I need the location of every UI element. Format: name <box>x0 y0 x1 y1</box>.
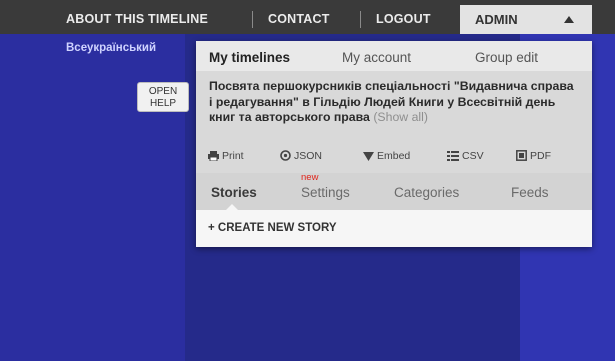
json-label: JSON <box>294 150 323 162</box>
embed-label: Embed <box>377 150 411 162</box>
nav-separator <box>252 11 253 28</box>
panel-tabs: My timelines My account Group edit <box>196 41 592 71</box>
print-action[interactable]: Print <box>208 150 244 162</box>
tab-settings[interactable]: Settings <box>301 185 350 200</box>
json-action[interactable]: JSON <box>280 150 322 162</box>
site-title: Всеукраїнський <box>66 42 157 54</box>
logout-link[interactable]: LOGOUT <box>376 0 431 34</box>
top-navigation-bar: ABOUT THIS TIMELINE CONTACT LOGOUT ADMIN <box>0 0 615 34</box>
csv-action[interactable]: CSV <box>447 150 484 162</box>
open-help-line-2: HELP <box>149 98 177 109</box>
caret-up-icon <box>564 16 574 23</box>
pdf-action[interactable]: PDF <box>516 150 551 162</box>
tab-my-timelines[interactable]: My timelines <box>209 50 290 65</box>
tab-my-account[interactable]: My account <box>342 50 411 65</box>
tab-stories[interactable]: Stories <box>211 185 257 200</box>
tab-categories[interactable]: Categories <box>394 185 459 200</box>
csv-icon <box>447 150 462 162</box>
timeline-title[interactable]: Посвята першокурсників спеціальності "Ви… <box>209 79 579 126</box>
about-timeline-link[interactable]: ABOUT THIS TIMELINE <box>66 0 208 34</box>
tab-group-edit[interactable]: Group edit <box>475 50 538 65</box>
admin-menu-toggle[interactable]: ADMIN <box>460 5 592 34</box>
open-help-button[interactable]: OPEN HELP <box>137 82 189 112</box>
pdf-label: PDF <box>530 150 551 162</box>
create-story-row: + CREATE NEW STORY <box>196 210 592 247</box>
admin-label: ADMIN <box>475 12 518 27</box>
new-badge: new <box>301 172 319 183</box>
printer-icon <box>208 150 222 162</box>
story-subtabs: Stories new Settings Categories Feeds <box>196 172 592 210</box>
embed-icon <box>363 150 377 162</box>
open-help-line-1: OPEN <box>148 86 178 97</box>
show-all-link[interactable]: (Show all) <box>373 110 428 124</box>
csv-label: CSV <box>462 150 484 162</box>
json-icon <box>280 150 294 162</box>
contact-link[interactable]: CONTACT <box>268 0 330 34</box>
pdf-icon <box>516 150 530 162</box>
nav-separator <box>360 11 361 28</box>
print-label: Print <box>222 150 244 162</box>
tab-feeds[interactable]: Feeds <box>511 185 549 200</box>
embed-action[interactable]: Embed <box>363 150 410 162</box>
create-new-story-button[interactable]: + CREATE NEW STORY <box>208 222 337 234</box>
admin-dropdown-panel: My timelines My account Group edit Посвя… <box>196 41 592 247</box>
